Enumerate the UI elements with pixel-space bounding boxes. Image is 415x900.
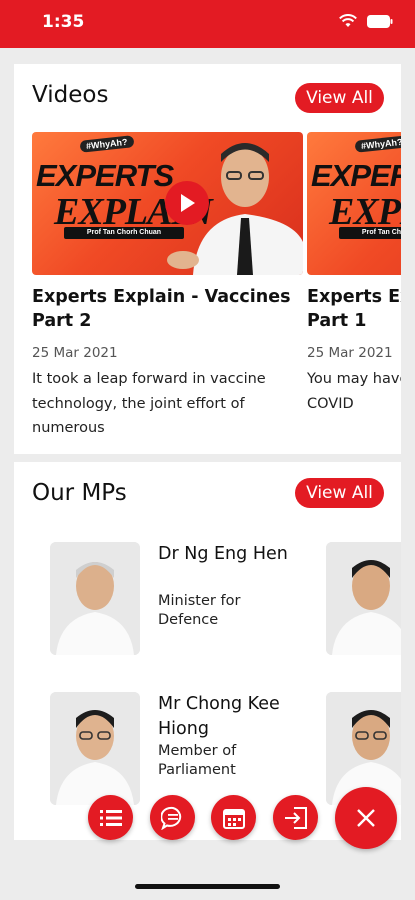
calendar-icon — [222, 808, 245, 829]
close-menu-button[interactable] — [335, 787, 397, 849]
videos-view-all-button[interactable]: View All — [295, 83, 384, 113]
play-button[interactable] — [165, 181, 209, 225]
battery-icon — [367, 14, 393, 28]
home-indicator — [135, 884, 280, 889]
video-description: You may have severe allergies with COVID — [307, 371, 401, 412]
video-card[interactable]: #WhyAh? EXPERTS EXPLAIN Prof Tan Chorh C… — [32, 132, 303, 441]
video-thumbnail[interactable]: #WhyAh? EXPERTS EXPLAIN Prof Tan Chorh C… — [307, 132, 401, 275]
mp-card[interactable] — [326, 542, 401, 657]
mp-photo — [326, 542, 401, 655]
thumb-line1: EXPERTS — [311, 158, 401, 193]
mp-photo — [50, 542, 140, 655]
video-card[interactable]: #WhyAh? EXPERTS EXPLAIN Prof Tan Chorh C… — [307, 132, 401, 416]
wifi-icon — [339, 14, 357, 27]
status-icons — [339, 14, 393, 28]
thumb-line1: EXPERTS — [36, 158, 174, 193]
login-icon — [284, 806, 307, 829]
mp-card[interactable]: Dr Ng Eng Hen Minister for Defence — [50, 542, 300, 657]
video-title[interactable]: Experts Explain - Vaccines Part 2 — [32, 285, 292, 333]
videos-title: Videos — [32, 82, 109, 108]
mp-role: Member of Parliament — [158, 743, 237, 778]
list-icon — [99, 809, 122, 826]
calendar-button[interactable] — [211, 795, 256, 840]
close-icon — [357, 809, 375, 827]
mp-name: Dr Ng Eng Hen — [158, 544, 288, 564]
status-bar: 1:35 — [0, 0, 415, 48]
thumb-tag: #WhyAh? — [79, 135, 134, 153]
mp-card[interactable]: Mr Chong Kee Hiong Member of Parliament — [50, 692, 300, 807]
mp-name: Mr Chong Kee Hiong — [158, 694, 280, 739]
mps-section: Our MPs View All Dr Ng Eng Hen Minister … — [14, 462, 401, 840]
thumb-tag: #WhyAh? — [354, 135, 401, 153]
video-date: 25 Mar 2021 — [32, 345, 118, 361]
thumb-speaker: Prof Tan Chorh Chuan — [339, 227, 401, 239]
mps-view-all-button[interactable]: View All — [295, 478, 384, 508]
chat-button[interactable] — [150, 795, 195, 840]
chat-icon — [160, 806, 181, 830]
play-icon — [181, 194, 195, 212]
mp-role: Minister for Defence — [158, 593, 241, 628]
status-time: 1:35 — [42, 12, 85, 32]
video-description: It took a leap forward in vaccine techno… — [32, 371, 266, 436]
mps-title: Our MPs — [32, 480, 127, 506]
video-date: 25 Mar 2021 — [307, 345, 393, 361]
list-button[interactable] — [88, 795, 133, 840]
video-title[interactable]: Experts Explain - Vaccines Part 1 — [307, 285, 401, 333]
login-button[interactable] — [273, 795, 318, 840]
video-thumbnail[interactable]: #WhyAh? EXPERTS EXPLAIN Prof Tan Chorh C… — [32, 132, 303, 275]
mp-photo — [50, 692, 140, 805]
videos-section: Videos View All #WhyAh? EXPERTS EXPLAIN … — [14, 64, 401, 454]
